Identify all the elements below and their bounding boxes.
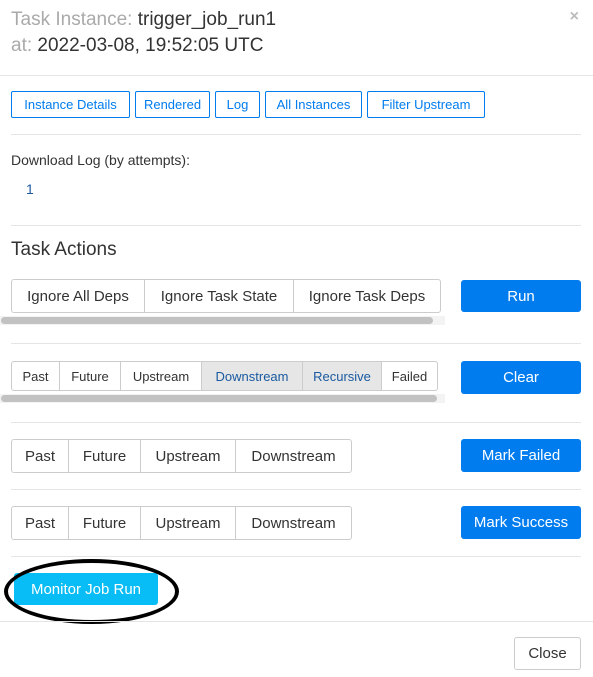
mark-success-downstream-toggle[interactable]: Downstream — [236, 507, 351, 539]
run-options-scrollbar[interactable] — [1, 317, 433, 324]
divider — [11, 489, 581, 490]
mark-success-upstream-toggle[interactable]: Upstream — [141, 507, 236, 539]
all-instances-button[interactable]: All Instances — [265, 91, 362, 118]
divider — [11, 225, 581, 226]
clear-downstream-toggle[interactable]: Downstream — [202, 362, 303, 390]
divider — [11, 134, 581, 135]
execution-date-value: 2022-03-08, 19:52:05 UTC — [37, 35, 264, 56]
mark-success-past-toggle[interactable]: Past — [12, 507, 69, 539]
log-attempt-link[interactable]: 1 — [26, 181, 34, 197]
run-button[interactable]: Run — [461, 280, 581, 312]
task-actions-title: Task Actions — [11, 239, 117, 260]
mark-failed-button[interactable]: Mark Failed — [461, 439, 581, 472]
task-instance-label: Task Instance: — [11, 9, 133, 30]
clear-past-toggle[interactable]: Past — [12, 362, 60, 390]
task-instance-title: Task Instance: trigger_job_run1 — [11, 8, 276, 32]
clear-failed-toggle[interactable]: Failed — [382, 362, 437, 390]
task-nav-buttons: Instance Details Rendered Log All Instan… — [11, 91, 485, 118]
clear-future-toggle[interactable]: Future — [60, 362, 121, 390]
mark-success-options-group: Past Future Upstream Downstream — [11, 506, 352, 540]
mark-failed-options-group: Past Future Upstream Downstream — [11, 439, 352, 473]
clear-options-scrollbar[interactable] — [1, 395, 437, 402]
clear-upstream-toggle[interactable]: Upstream — [121, 362, 202, 390]
mark-failed-past-toggle[interactable]: Past — [12, 440, 69, 472]
modal-header: Task Instance: trigger_job_run1 at: 2022… — [0, 0, 593, 76]
ignore-task-state-toggle[interactable]: Ignore Task State — [145, 280, 294, 312]
instance-details-button[interactable]: Instance Details — [11, 91, 130, 118]
divider — [11, 422, 581, 423]
mark-failed-upstream-toggle[interactable]: Upstream — [141, 440, 236, 472]
clear-recursive-toggle[interactable]: Recursive — [303, 362, 382, 390]
run-options-group: Ignore All Deps Ignore Task State Ignore… — [11, 279, 441, 313]
divider — [11, 343, 581, 344]
footer-divider — [0, 621, 593, 622]
mark-failed-downstream-toggle[interactable]: Downstream — [236, 440, 351, 472]
download-log-label: Download Log (by attempts): — [11, 152, 190, 168]
at-label: at: — [11, 35, 33, 56]
ignore-task-deps-toggle[interactable]: Ignore Task Deps — [294, 280, 440, 312]
clear-button[interactable]: Clear — [461, 361, 581, 394]
divider — [11, 556, 581, 557]
task-instance-value: trigger_job_run1 — [137, 9, 277, 30]
close-icon[interactable]: × — [570, 8, 579, 26]
ignore-all-deps-toggle[interactable]: Ignore All Deps — [12, 280, 145, 312]
close-button[interactable]: Close — [514, 637, 581, 670]
filter-upstream-button[interactable]: Filter Upstream — [367, 91, 485, 118]
mark-success-button[interactable]: Mark Success — [461, 506, 581, 539]
execution-date-title: at: 2022-03-08, 19:52:05 UTC — [11, 34, 263, 58]
rendered-button[interactable]: Rendered — [135, 91, 210, 118]
log-button[interactable]: Log — [215, 91, 260, 118]
clear-options-group: Past Future Upstream Downstream Recursiv… — [11, 361, 438, 391]
highlight-circle — [4, 559, 179, 624]
mark-success-future-toggle[interactable]: Future — [69, 507, 141, 539]
mark-failed-future-toggle[interactable]: Future — [69, 440, 141, 472]
